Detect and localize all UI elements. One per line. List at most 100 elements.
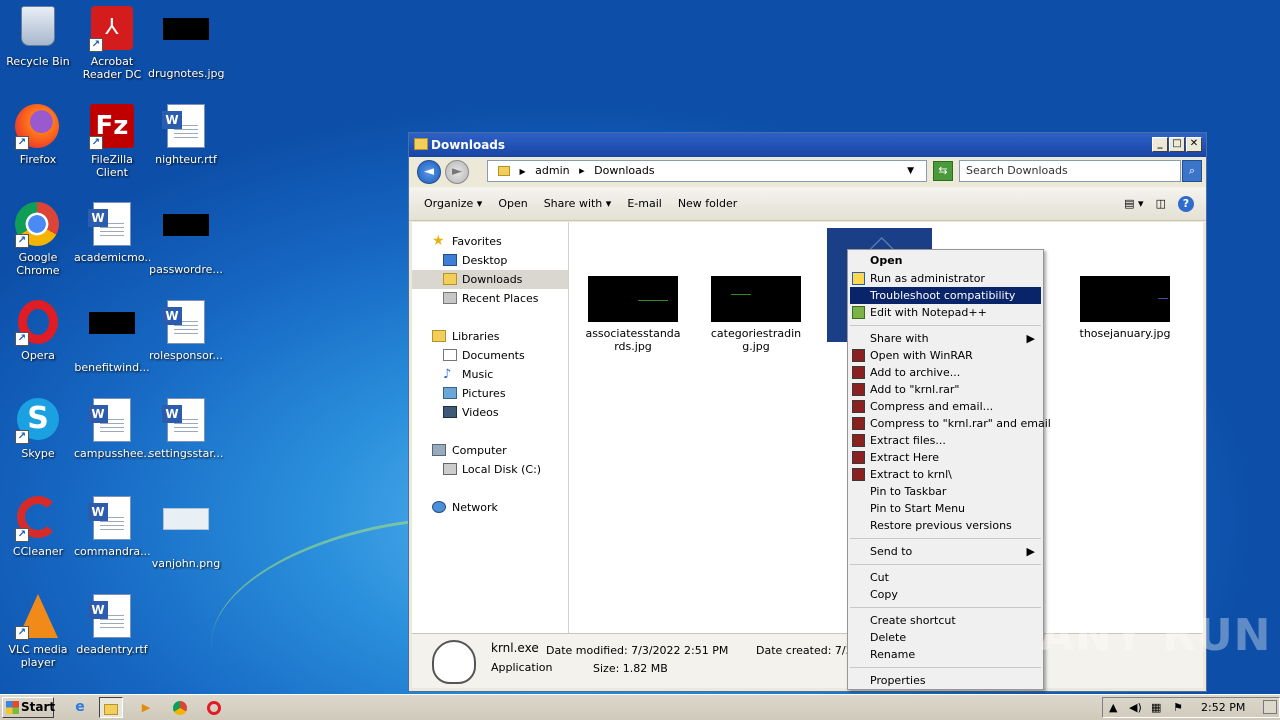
nav-desktop[interactable]: Desktop xyxy=(412,251,568,270)
desktop-icon-chrome[interactable]: ↗ Google Chrome xyxy=(0,202,76,277)
menu-item-extract-files[interactable]: Extract files... xyxy=(850,432,1041,449)
menu-item-send-to[interactable]: Send to ▶ xyxy=(850,543,1041,560)
desktop-icon-academicmo[interactable]: W academicmo... xyxy=(74,202,150,264)
desktop-icon-commandra[interactable]: W commandra... xyxy=(74,496,150,558)
show-hidden-icons-icon[interactable]: ▲ xyxy=(1109,698,1117,717)
menu-item-open[interactable]: Open xyxy=(850,252,1041,269)
email-button[interactable]: E-mail xyxy=(627,187,662,220)
desktop-icon-drugnotes[interactable]: drugnotes.jpg xyxy=(148,6,224,80)
open-button[interactable]: Open xyxy=(498,187,527,220)
forward-button[interactable]: ► xyxy=(445,160,469,184)
maximize-button[interactable]: □ xyxy=(1169,137,1185,152)
show-desktop-button[interactable] xyxy=(1263,700,1277,714)
desktop-icon-passwordre[interactable]: passwordre... xyxy=(148,202,224,276)
menu-item-pin-taskbar[interactable]: Pin to Taskbar xyxy=(850,483,1041,500)
menu-item-delete[interactable]: Delete xyxy=(850,629,1041,646)
nav-recent-places[interactable]: Recent Places xyxy=(412,289,568,308)
minimize-button[interactable]: _ xyxy=(1152,137,1168,152)
menu-item-share-with[interactable]: Share with ▶ xyxy=(850,330,1041,347)
refresh-icon[interactable]: ⇆ xyxy=(933,161,953,181)
chrome-taskbar-icon[interactable] xyxy=(168,697,192,718)
nav-network[interactable]: Network xyxy=(412,498,568,517)
desktop-icon-benefitwind[interactable]: benefitwind... xyxy=(74,300,150,374)
menu-item-compress-krnl-email[interactable]: Compress to "krnl.rar" and email xyxy=(850,415,1051,432)
menu-item-restore-versions[interactable]: Restore previous versions xyxy=(850,517,1041,534)
close-button[interactable]: ✕ xyxy=(1186,137,1202,152)
image-file-icon xyxy=(89,312,135,358)
nav-favorites[interactable]: ★ Favorites xyxy=(412,232,568,251)
action-center-flag-icon[interactable]: ⚑ xyxy=(1173,698,1183,717)
help-icon[interactable]: ? xyxy=(1178,196,1194,212)
organize-button[interactable]: Organize ▾ xyxy=(424,187,482,220)
nav-documents[interactable]: Documents xyxy=(412,346,568,365)
desktop-icon-recycle-bin[interactable]: Recycle Bin xyxy=(0,6,76,68)
menu-item-copy[interactable]: Copy xyxy=(850,586,1041,603)
desktop-icon-acrobat[interactable]: ⅄ ↗ Acrobat Reader DC xyxy=(74,6,150,81)
desktop-icon-firefox[interactable]: ↗ Firefox xyxy=(0,104,76,166)
menu-item-extract-to[interactable]: Extract to krnl\ xyxy=(850,466,1041,483)
file-item[interactable]: thosejanuary.jpg xyxy=(1077,276,1173,340)
winrar-icon xyxy=(852,417,865,430)
menu-item-compress-email[interactable]: Compress and email... xyxy=(850,398,1041,415)
desktop-icon-skype[interactable]: S ↗ Skype xyxy=(0,398,76,460)
view-options-icon[interactable]: ▤ ▾ xyxy=(1124,187,1143,221)
file-item[interactable]: categoriestrading.jpg xyxy=(708,276,804,353)
nav-downloads[interactable]: Downloads xyxy=(412,270,568,289)
menu-item-cut[interactable]: Cut xyxy=(850,569,1041,586)
search-input[interactable]: Search Downloads xyxy=(959,160,1181,182)
file-name: categoriestrading.jpg xyxy=(710,327,802,353)
menu-item-run-as-admin[interactable]: Run as administrator xyxy=(850,270,1041,287)
clock[interactable]: 2:52 PM xyxy=(1201,698,1245,717)
desktop-icon-vlc[interactable]: ↗ VLC media player xyxy=(0,594,76,669)
breadcrumb-admin[interactable]: admin xyxy=(535,164,569,177)
menu-item-properties[interactable]: Properties xyxy=(850,672,1041,689)
file-item[interactable]: associatesstandards.jpg xyxy=(585,276,681,353)
nav-pictures[interactable]: Pictures xyxy=(412,384,568,403)
nav-videos[interactable]: Videos xyxy=(412,403,568,422)
breadcrumb-downloads[interactable]: Downloads xyxy=(594,164,654,177)
menu-item-pin-start[interactable]: Pin to Start Menu xyxy=(850,500,1041,517)
network-tray-icon[interactable]: ▦ xyxy=(1151,698,1161,717)
menu-item-open-winrar[interactable]: Open with WinRAR xyxy=(850,347,1041,364)
ie-taskbar-icon[interactable]: e xyxy=(68,697,92,718)
explorer-taskbar-icon[interactable] xyxy=(99,697,123,718)
preview-pane-icon[interactable]: ◫ xyxy=(1156,187,1166,221)
media-player-taskbar-icon[interactable]: ▶ xyxy=(134,697,158,718)
desktop-icon-deadentry[interactable]: W deadentry.rtf xyxy=(74,594,150,656)
nav-computer[interactable]: Computer xyxy=(412,441,568,460)
desktop-icon-opera[interactable]: ↗ Opera xyxy=(0,300,76,362)
menu-item-troubleshoot[interactable]: Troubleshoot compatibility xyxy=(850,287,1041,304)
menu-item-add-krnl-rar[interactable]: Add to "krnl.rar" xyxy=(850,381,1041,398)
volume-icon[interactable]: ◀) xyxy=(1129,698,1142,717)
desktop-icon-ccleaner[interactable]: ↗ CCleaner xyxy=(0,496,76,558)
nav-libraries[interactable]: Libraries xyxy=(412,327,568,346)
nav-local-disk[interactable]: Local Disk (C:) xyxy=(412,460,568,479)
menu-item-add-archive[interactable]: Add to archive... xyxy=(850,364,1041,381)
share-with-button[interactable]: Share with ▾ xyxy=(544,187,612,220)
menu-item-create-shortcut[interactable]: Create shortcut xyxy=(850,612,1041,629)
desktop-icon-rolesponsor[interactable]: W rolesponsor... xyxy=(148,300,224,362)
menu-item-edit-notepadpp[interactable]: Edit with Notepad++ xyxy=(850,304,1041,321)
address-field[interactable]: ▶ admin ▸ Downloads ▼ xyxy=(487,160,927,182)
desktop-icon-campusshee[interactable]: W campusshee... xyxy=(74,398,150,460)
desktop-icon-settingsstar[interactable]: W settingsstar... xyxy=(148,398,224,460)
back-button[interactable]: ◄ xyxy=(417,160,441,184)
desktop-icon-nighteur[interactable]: W nighteur.rtf xyxy=(148,104,224,166)
desktop-icon-filezilla[interactable]: Fz ↗ FileZilla Client xyxy=(74,104,150,179)
menu-label: Add to archive... xyxy=(870,366,961,379)
opera-taskbar-icon[interactable] xyxy=(202,697,226,718)
recent-places-icon xyxy=(443,292,457,304)
menu-item-rename[interactable]: Rename xyxy=(850,646,1041,663)
menu-item-extract-here[interactable]: Extract Here xyxy=(850,449,1041,466)
search-icon[interactable]: ⌕ xyxy=(1182,160,1202,182)
chevron-down-icon[interactable]: ▼ xyxy=(907,161,914,181)
start-button[interactable]: Start xyxy=(2,697,55,718)
new-folder-button[interactable]: New folder xyxy=(678,187,737,220)
word-doc-icon: W xyxy=(88,202,135,248)
window-titlebar[interactable]: Downloads _ □ ✕ xyxy=(409,133,1206,157)
shield-icon xyxy=(852,272,865,285)
nav-music[interactable]: ♪ Music xyxy=(412,365,568,384)
desktop-icon-label: rolesponsor... xyxy=(149,349,223,362)
desktop-icon-vanjohn[interactable]: vanjohn.png xyxy=(148,496,224,570)
menu-label: Edit with Notepad++ xyxy=(870,306,987,319)
